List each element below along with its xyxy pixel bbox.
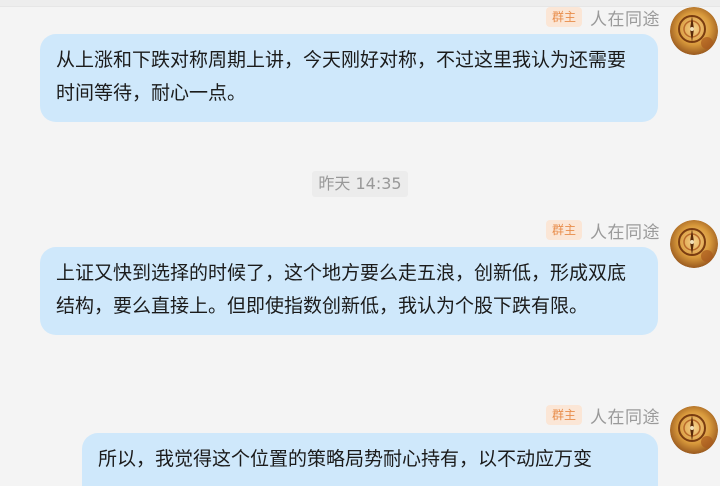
message-bubble[interactable]: 从上涨和下跌对称周期上讲，今天刚好对称，不过这里我认为还需要时间等待，耐心一点。 xyxy=(40,34,658,122)
group-owner-badge: 群主 xyxy=(545,405,582,425)
avatar[interactable] xyxy=(670,220,718,268)
timestamp-divider: 昨天 14:35 xyxy=(0,171,720,197)
sender-name[interactable]: 人在同途 xyxy=(590,218,660,243)
compass-avatar-icon xyxy=(670,406,718,454)
sender-name[interactable]: 人在同途 xyxy=(590,5,660,30)
message-bubble[interactable]: 所以，我觉得这个位置的策略局势耐心持有，以不动应万变 xyxy=(82,433,658,486)
compass-avatar-icon xyxy=(670,220,718,268)
avatar[interactable] xyxy=(670,406,718,454)
group-owner-badge: 群主 xyxy=(545,7,582,27)
compass-avatar-icon xyxy=(670,7,718,55)
sender-line: 群主 人在同途 xyxy=(545,218,660,243)
sender-line: 群主 人在同途 xyxy=(545,403,660,428)
sender-line: 群主 人在同途 xyxy=(545,5,660,30)
message-bubble[interactable]: 上证又快到选择的时候了，这个地方要么走五浪，创新低，形成双底结构，要么直接上。但… xyxy=(40,247,658,335)
avatar[interactable] xyxy=(670,7,718,55)
timestamp: 昨天 14:35 xyxy=(312,171,408,197)
group-owner-badge: 群主 xyxy=(545,220,582,240)
sender-name[interactable]: 人在同途 xyxy=(590,403,660,428)
